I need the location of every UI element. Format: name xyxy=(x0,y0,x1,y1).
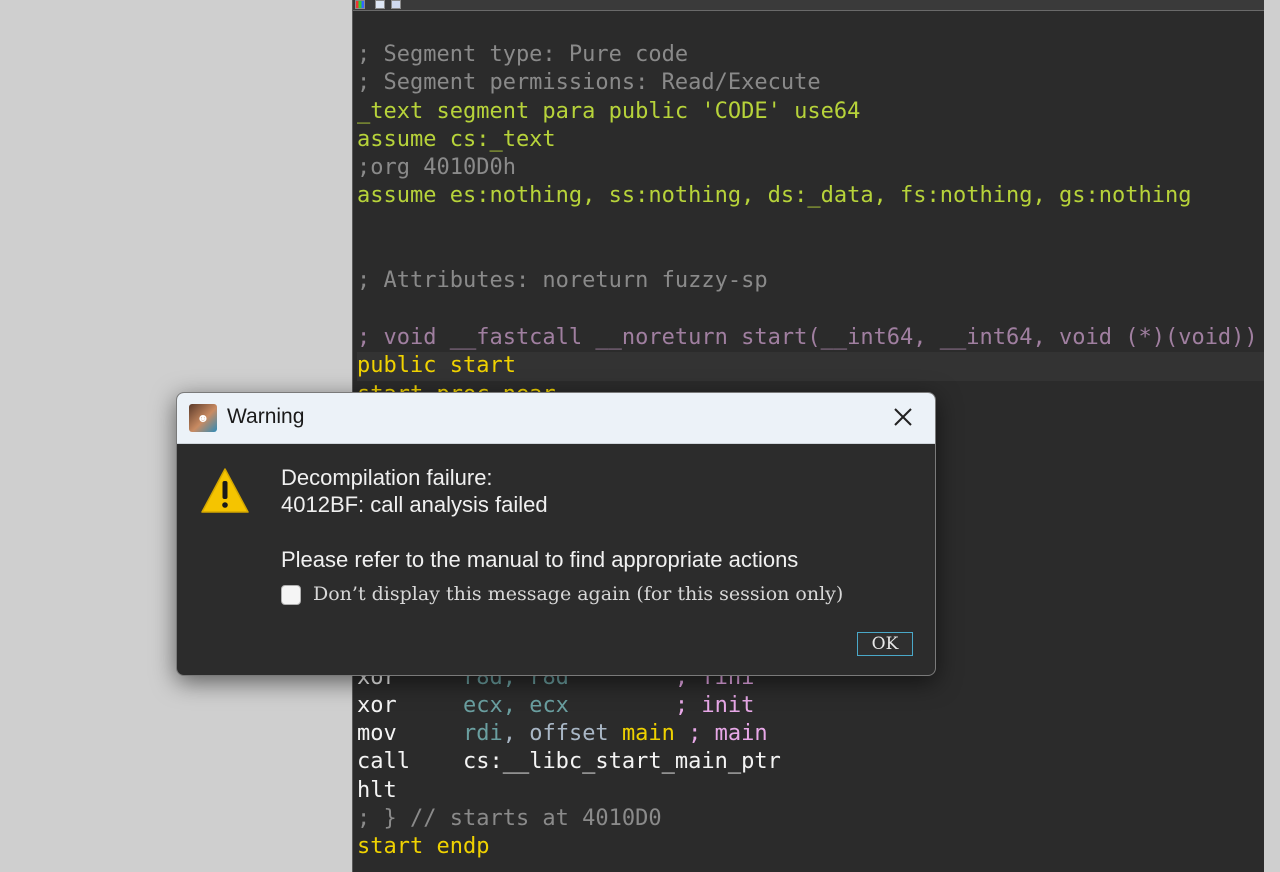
code-token: ; main xyxy=(674,721,768,747)
code-token: assume es:nothing, ss:nothing, ds:_data,… xyxy=(357,183,1192,209)
code-token: cs:__libc_start_main_ptr xyxy=(462,749,781,775)
code-token: ;org 4010D0h xyxy=(357,155,516,181)
close-icon[interactable] xyxy=(889,403,917,431)
code-token: ; Attributes: noreturn fuzzy-sp xyxy=(357,268,768,294)
code-token: assume cs:_text xyxy=(357,126,556,152)
warning-dialog: ☻ Warning Decompilation failure: 4012BF:… xyxy=(176,392,936,676)
ida-app-icon: ☻ xyxy=(189,404,217,432)
code-token: rdi xyxy=(462,721,503,747)
code-token: start endp xyxy=(357,834,490,860)
code-line[interactable] xyxy=(357,239,1264,267)
code-line[interactable]: assume es:nothing, ss:nothing, ds:_data,… xyxy=(357,182,1264,210)
code-line[interactable]: call cs:__libc_start_main_ptr xyxy=(357,748,1264,776)
dont-display-checkbox[interactable] xyxy=(281,585,301,605)
code-line[interactable]: ; } // starts at 4010D0 xyxy=(357,805,1264,833)
code-line[interactable]: ; Attributes: noreturn fuzzy-sp xyxy=(357,267,1264,295)
code-line[interactable]: assume cs:_text xyxy=(357,126,1264,154)
dialog-title: Warning xyxy=(227,405,305,428)
scrollbar-area[interactable] xyxy=(1263,0,1280,872)
message-line-2: 4012BF: call analysis failed xyxy=(281,492,548,517)
code-line[interactable]: ; Segment type: Pure code xyxy=(357,41,1264,69)
code-line[interactable]: xor ecx, ecx ; init xyxy=(357,692,1264,720)
code-token: ; void __fastcall __noreturn start(__int… xyxy=(357,324,1258,350)
hex-view-icon[interactable] xyxy=(391,0,401,9)
code-token: ; Segment type: Pure code xyxy=(357,42,689,67)
code-token: _text segment para public 'CODE' use64 xyxy=(357,98,861,124)
code-token: ecx, ecx xyxy=(462,692,569,718)
code-line[interactable]: mov rdi, offset main ; main xyxy=(357,720,1264,748)
code-line[interactable]: ;org 4010D0h xyxy=(357,154,1264,182)
palette-icon[interactable] xyxy=(355,0,365,9)
code-token: ; Segment permissions: Read/Execute xyxy=(357,70,821,96)
code-token: call xyxy=(357,749,463,775)
code-token: hlt xyxy=(357,777,397,803)
code-token: , offset xyxy=(502,721,622,747)
code-line[interactable]: public start xyxy=(357,352,1264,381)
code-token: ; init xyxy=(568,692,755,718)
dont-display-label[interactable]: Don’t display this message again (for th… xyxy=(313,583,843,605)
code-token: xor xyxy=(357,692,463,718)
dialog-titlebar[interactable]: ☻ Warning xyxy=(177,393,935,444)
code-token: main xyxy=(621,721,675,747)
graph-icon[interactable] xyxy=(375,0,385,9)
code-token: ; } // starts at 4010D0 xyxy=(357,806,662,832)
code-token: mov xyxy=(357,721,463,747)
code-line[interactable]: ; Segment permissions: Read/Execute xyxy=(357,69,1264,97)
panel-toolbar xyxy=(353,0,1264,11)
message-line-3: Please refer to the manual to find appro… xyxy=(281,547,799,572)
ok-button[interactable]: OK xyxy=(857,632,913,656)
code-token: start xyxy=(449,353,516,379)
code-line[interactable]: start endp xyxy=(357,833,1264,861)
code-line[interactable]: ; void __fastcall __noreturn start(__int… xyxy=(357,324,1264,352)
message-line-1: Decompilation failure: xyxy=(281,465,493,490)
code-line[interactable]: hlt xyxy=(357,777,1264,805)
code-token: public xyxy=(357,353,450,379)
code-line[interactable] xyxy=(357,211,1264,239)
warning-icon xyxy=(199,465,251,517)
code-line[interactable]: _text segment para public 'CODE' use64 xyxy=(357,98,1264,126)
code-line[interactable] xyxy=(357,296,1264,324)
